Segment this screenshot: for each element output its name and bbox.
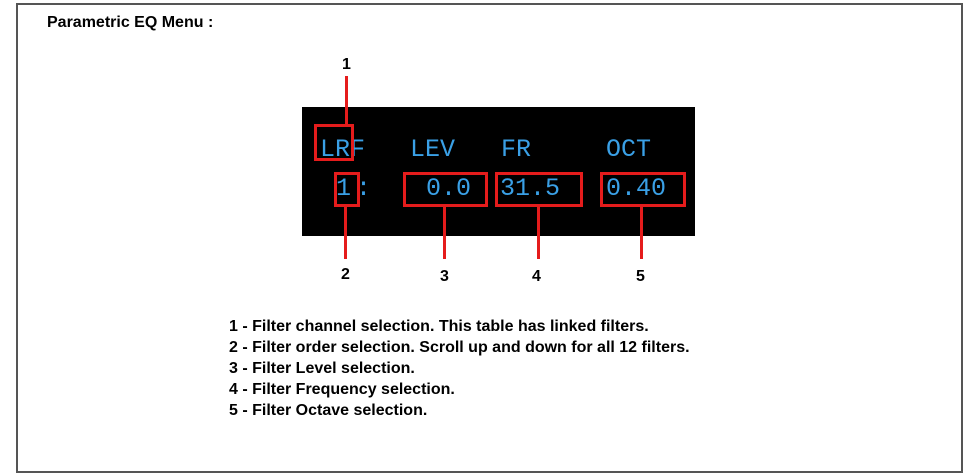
legend-item: 4 - Filter Frequency selection.: [229, 381, 455, 398]
highlight-level: [403, 172, 488, 207]
callout-number-1: 1: [342, 56, 351, 73]
callout-line-3: [443, 207, 446, 259]
highlight-order: [334, 172, 360, 207]
page-title: Parametric EQ Menu :: [47, 14, 214, 31]
header-level: LEV: [410, 135, 456, 164]
callout-number-5: 5: [636, 268, 645, 285]
callout-number-3: 3: [440, 268, 449, 285]
callout-line-4: [537, 207, 540, 259]
header-frequency: FR: [501, 135, 532, 164]
callout-line-5: [640, 207, 643, 259]
legend-item: 2 - Filter order selection. Scroll up an…: [229, 339, 690, 356]
callout-line-1: [345, 76, 348, 124]
highlight-octave: [600, 172, 686, 207]
legend-item: 1 - Filter channel selection. This table…: [229, 318, 649, 335]
highlight-frequency: [495, 172, 583, 207]
legend-item: 5 - Filter Octave selection.: [229, 402, 428, 419]
callout-number-2: 2: [341, 266, 350, 283]
callout-number-4: 4: [532, 268, 541, 285]
legend-item: 3 - Filter Level selection.: [229, 360, 415, 377]
highlight-channel: [314, 124, 354, 161]
callout-line-2: [344, 207, 347, 259]
header-octave: OCT: [606, 135, 652, 164]
legend-list: 1 - Filter channel selection. This table…: [229, 316, 690, 421]
